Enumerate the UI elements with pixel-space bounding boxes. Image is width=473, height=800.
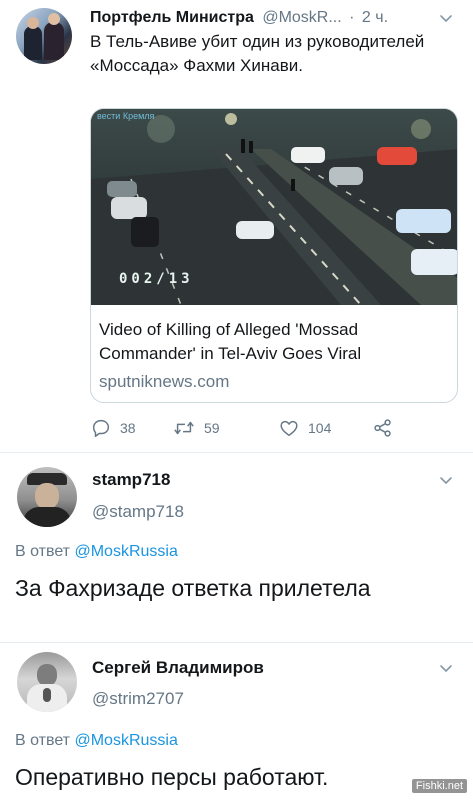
like-count: 104	[308, 420, 332, 436]
reply-text: За Фахризаде ответка прилетела	[15, 575, 371, 601]
reply-author-handle[interactable]: @stamp718	[92, 501, 184, 523]
reply-tweet: Сергей Владимиров @strim2707 В ответ @Mo…	[0, 643, 473, 800]
card-video-thumbnail[interactable]: вести Кремля 002/13	[91, 109, 457, 305]
tweet-time[interactable]: 2 ч.	[362, 9, 388, 26]
reply-button[interactable]: 38	[90, 416, 136, 440]
avatar-arm	[43, 688, 51, 702]
avatar-figure-left	[24, 26, 42, 60]
reply-tweet: stamp718 @stamp718 В ответ @MoskRussia З…	[0, 453, 473, 642]
main-tweet: Портфель Министра @MoskR... · 2 ч. В Тел…	[0, 0, 473, 452]
reply-icon	[92, 419, 110, 437]
header-separator: ·	[349, 9, 355, 26]
author-handle[interactable]: @MoskR...	[262, 9, 341, 26]
reply-author-handle[interactable]: @strim2707	[92, 688, 184, 710]
chevron-down-icon[interactable]	[435, 657, 457, 679]
site-watermark: Fishki.net	[411, 779, 467, 793]
author-avatar[interactable]	[16, 8, 72, 64]
tweet-actions: 38 59 104	[90, 416, 430, 440]
chevron-down-icon[interactable]	[435, 469, 457, 491]
replying-to-line: В ответ @MoskRussia	[15, 542, 178, 562]
chevron-down-icon[interactable]	[435, 7, 457, 29]
share-button[interactable]	[372, 416, 402, 440]
reply-avatar[interactable]	[17, 467, 77, 527]
avatar-face	[37, 664, 57, 686]
avatar-body	[23, 507, 71, 527]
replying-prefix: В ответ	[15, 543, 71, 560]
heart-icon	[280, 420, 298, 437]
avatar-head-left	[27, 17, 39, 29]
video-watermark: вести Кремля	[97, 111, 155, 121]
reply-avatar[interactable]	[17, 652, 77, 712]
reply-count: 38	[120, 420, 136, 436]
card-domain: sputniknews.com	[99, 372, 230, 391]
retweet-icon	[174, 421, 194, 435]
share-icon	[374, 419, 391, 437]
retweet-button[interactable]: 59	[172, 416, 220, 440]
retweet-count: 59	[204, 420, 220, 436]
replying-prefix: В ответ	[15, 732, 71, 749]
avatar-face	[35, 483, 59, 509]
tweet-header: Портфель Министра @MoskR... · 2 ч.	[90, 7, 457, 29]
avatar-head-right	[48, 13, 60, 25]
avatar-figure-right	[44, 22, 64, 60]
replying-to-mention[interactable]: @MoskRussia	[74, 732, 177, 749]
tweet-text: В Тель-Авиве убит один из руководителей …	[90, 32, 425, 75]
reply-author-name[interactable]: Сергей Владимиров	[92, 657, 264, 679]
reply-text: Оперативно персы работают.	[15, 764, 329, 790]
reply-author-name[interactable]: stamp718	[92, 469, 170, 491]
link-card[interactable]: вести Кремля 002/13 Video of Killing of …	[90, 108, 458, 403]
like-button[interactable]: 104	[278, 416, 331, 440]
video-timestamp: 002/13	[119, 271, 194, 287]
card-title[interactable]: Video of Killing of Alleged 'Mossad Comm…	[99, 318, 449, 366]
author-name[interactable]: Портфель Министра	[90, 9, 254, 26]
replying-to-line: В ответ @MoskRussia	[15, 731, 178, 751]
replying-to-mention[interactable]: @MoskRussia	[74, 543, 177, 560]
